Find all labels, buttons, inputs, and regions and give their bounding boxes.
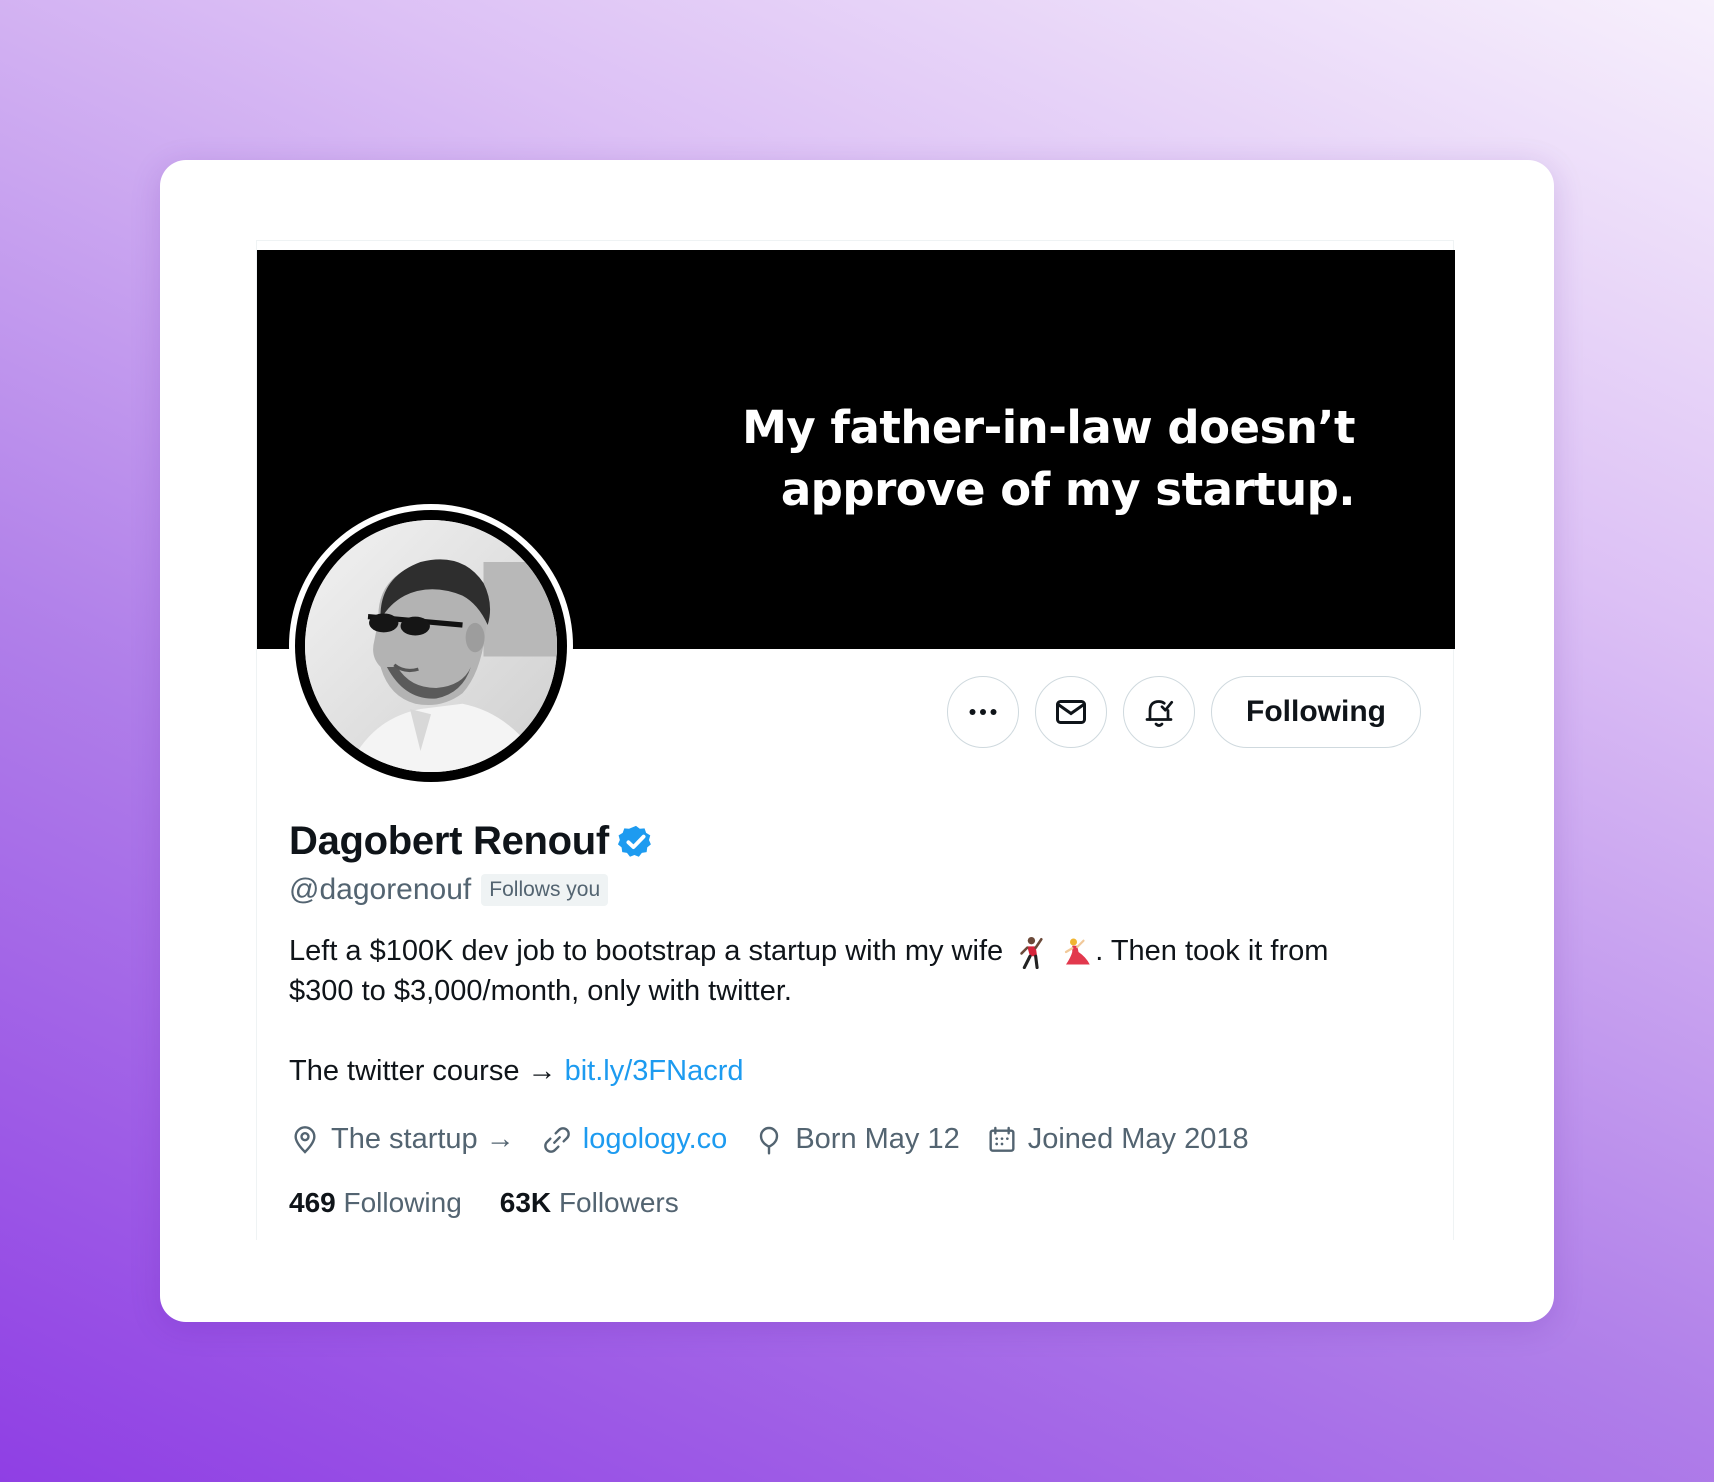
balloon-icon [760,1126,779,1155]
course-link[interactable]: bit.ly/3FNacrd [565,1055,744,1087]
display-name: Dagobert Renouf [289,819,609,863]
followers-count: 63K [499,1187,552,1218]
profile-card: My father-in-law doesn’t approve of my s… [160,160,1554,1322]
location-text: The startup → [331,1123,515,1155]
handle-row: @dagorenouf Follows you [289,873,609,907]
following-button[interactable]: Following [1211,676,1421,748]
notifications-button[interactable] [1123,676,1196,748]
bio-course-line: The twitter course → bit.ly/3FNacrd [289,1051,1419,1091]
woman-dancing-emoji-icon [1065,938,1090,965]
link-icon [543,1126,570,1153]
profile-meta: The startup → logology.co Born May 12 Jo… [289,1123,1249,1156]
user-handle: @dagorenouf [289,873,472,906]
envelope-icon [1056,700,1087,724]
following-label: Following [343,1187,462,1218]
course-text: The twitter course → [289,1055,557,1087]
avatar-photo [305,520,557,772]
bell-check-icon [1145,700,1174,727]
man-dancing-emoji-icon [1020,937,1043,970]
birthday-text: Born May 12 [795,1123,960,1155]
bio-line-2: $300 to $3,000/month, only with twitter. [289,975,792,1007]
banner-line-1: My father-in-law doesn’t [742,401,1355,454]
avatar-portrait-image [305,520,557,772]
followers-stat[interactable]: 63K Followers [500,1187,679,1219]
calendar-icon [989,1126,1015,1152]
bio-line-1: Left a $100K dev job to bootstrap a star… [289,931,1419,971]
verified-badge-icon[interactable] [617,823,655,861]
banner-line-2: approve of my startup. [780,463,1356,516]
website-link[interactable]: logology.co [583,1123,728,1156]
followers-label: Followers [558,1187,679,1218]
more-button[interactable] [947,676,1020,748]
more-icon [969,709,997,715]
follows-you-badge: Follows you [481,874,609,906]
banner-text: My father-in-law doesn’t approve of my s… [655,397,1355,521]
website-item: logology.co [541,1123,728,1156]
following-stat[interactable]: 469 Following [289,1187,462,1219]
follow-stats: 469 Following 63K Followers [289,1187,679,1219]
name-row: Dagobert Renouf [289,819,655,864]
joined-item: Joined May 2018 [986,1123,1249,1156]
joined-text: Joined May 2018 [1027,1123,1249,1155]
following-count: 469 [289,1187,336,1218]
avatar[interactable] [289,504,573,788]
profile-bio: Left a $100K dev job to bootstrap a star… [289,931,1419,1091]
profile-actions: Following [947,676,1421,748]
birthday-item: Born May 12 [753,1123,960,1156]
twitter-profile: My father-in-law doesn’t approve of my s… [256,240,1455,1240]
location-pin-icon [294,1125,316,1154]
location-item: The startup → [289,1123,515,1156]
message-button[interactable] [1035,676,1108,748]
